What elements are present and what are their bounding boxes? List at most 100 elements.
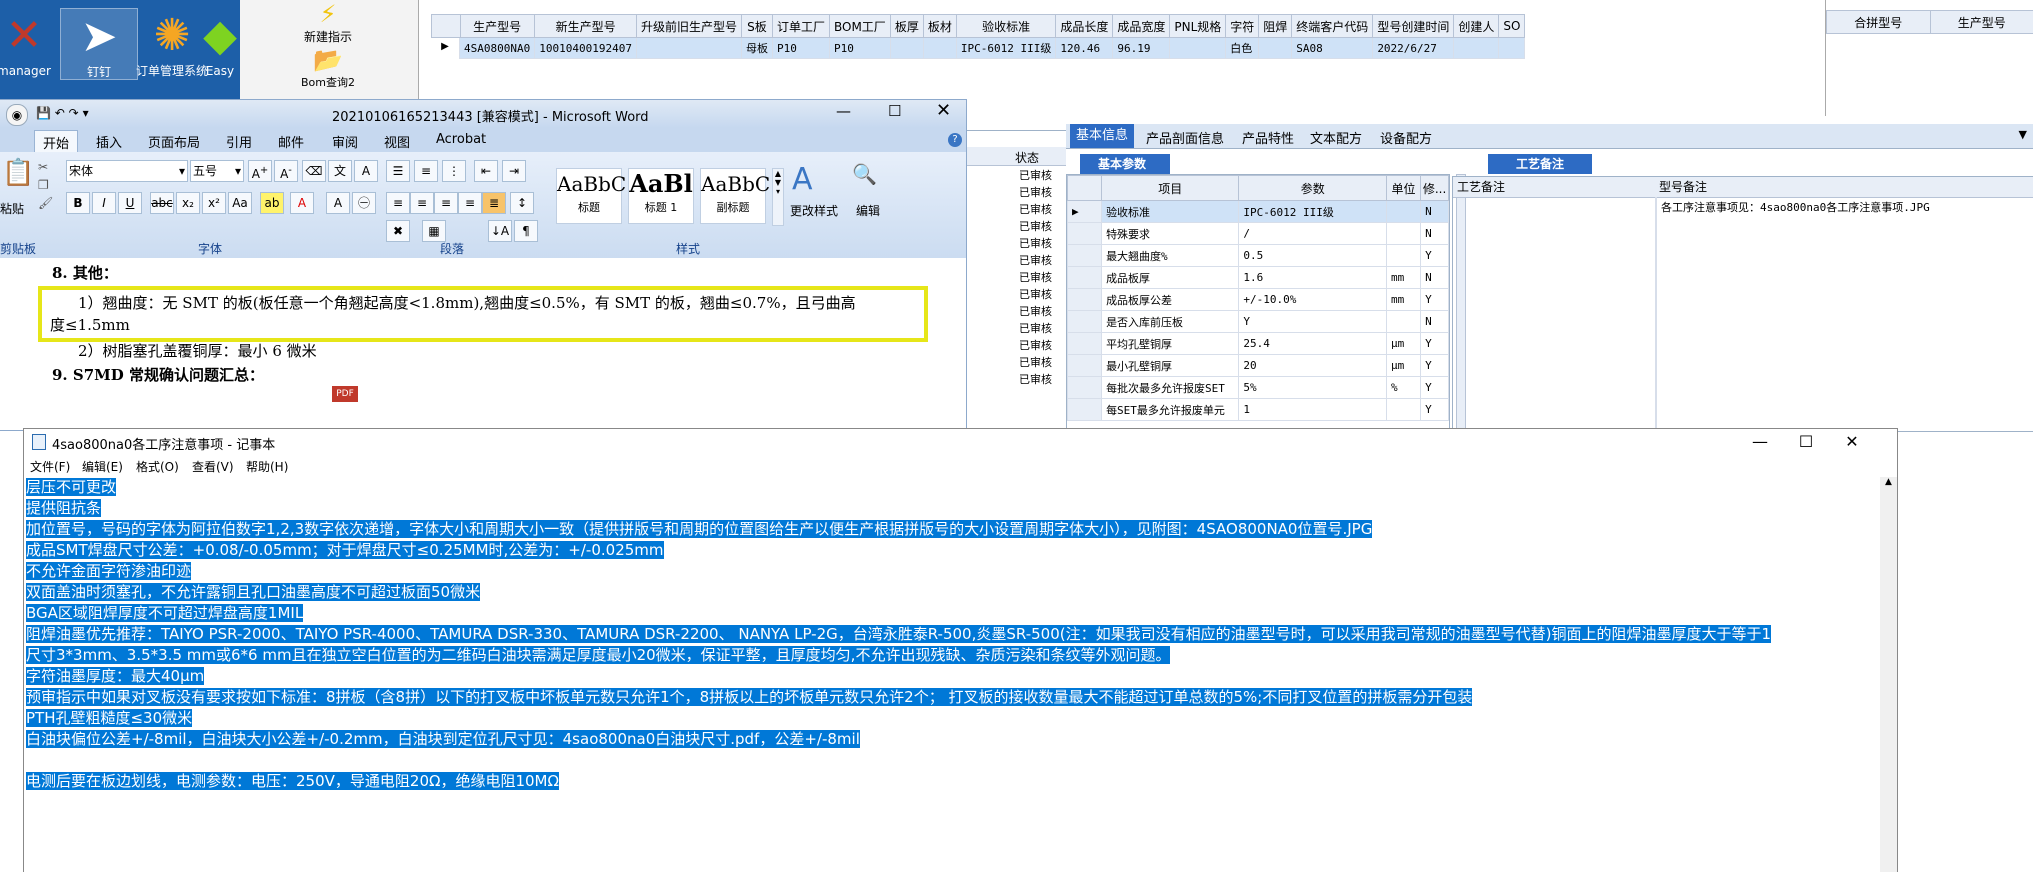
bold-icon[interactable]: B bbox=[66, 192, 90, 214]
notepad-close-icon[interactable]: ✕ bbox=[1829, 429, 1875, 455]
underline-icon[interactable]: U bbox=[118, 192, 142, 214]
status-cell[interactable]: 已审核 bbox=[1019, 337, 1067, 354]
office-button-icon[interactable]: ◉ bbox=[6, 104, 28, 126]
grid-column-header[interactable]: 阻焊 bbox=[1258, 14, 1293, 38]
editing-label[interactable]: 编辑 bbox=[856, 202, 880, 219]
param-flag[interactable]: Y bbox=[1420, 244, 1449, 267]
param-unit[interactable]: mm bbox=[1386, 266, 1422, 289]
superscript-icon[interactable]: x² bbox=[202, 192, 226, 214]
notepad-maximize-icon[interactable]: ☐ bbox=[1783, 429, 1829, 455]
font-name-select[interactable]: 宋体 ▾ bbox=[66, 160, 188, 182]
help-icon[interactable]: ? bbox=[948, 133, 962, 147]
tab-mailings[interactable]: 邮件 bbox=[278, 132, 304, 151]
grid-column-header[interactable]: 创建人 bbox=[1453, 14, 1500, 38]
status-cell[interactable]: 已审核 bbox=[1019, 354, 1067, 371]
status-cell[interactable]: 已审核 bbox=[1019, 201, 1067, 218]
tab-basic-params[interactable]: 基本参数 bbox=[1080, 154, 1171, 174]
grid-column-header[interactable]: BOM工厂 bbox=[828, 14, 891, 38]
col-value[interactable]: 参数 bbox=[1238, 175, 1388, 201]
status-cell[interactable]: 已审核 bbox=[1019, 252, 1067, 269]
production-model-header[interactable]: 生产型号 bbox=[1929, 10, 2033, 34]
status-cell[interactable]: 已审核 bbox=[1019, 167, 1067, 184]
param-row[interactable]: 成品板厚 1.6 mm N bbox=[1067, 266, 1449, 289]
shrink-font-icon[interactable]: A- bbox=[274, 160, 298, 182]
param-item[interactable]: 平均孔壁铜厚 bbox=[1101, 332, 1240, 355]
cut-icon[interactable]: ✂ bbox=[38, 158, 53, 176]
show-marks-icon[interactable]: ¶ bbox=[514, 220, 538, 242]
grid-column-header[interactable]: 新生产型号 bbox=[534, 14, 637, 38]
tab-page-layout[interactable]: 页面布局 bbox=[148, 132, 200, 151]
grid-column-header[interactable]: 升级前旧生产型号 bbox=[635, 14, 742, 38]
param-row[interactable]: 每SET最多允许报废单元 1 Y bbox=[1067, 398, 1449, 421]
param-value[interactable]: 5% bbox=[1238, 376, 1388, 399]
grid-cell[interactable] bbox=[1498, 37, 1526, 59]
status-cell[interactable]: 已审核 bbox=[1019, 218, 1067, 235]
clear-format-icon[interactable]: ⌫ bbox=[302, 160, 326, 182]
menu-file[interactable]: 文件(F) bbox=[30, 458, 70, 475]
redo-icon[interactable]: ↷ bbox=[69, 106, 79, 120]
desktop-icon-manager[interactable]: ✕ manager bbox=[0, 8, 62, 78]
pdf-icon[interactable]: PDF bbox=[332, 386, 358, 402]
grid-cell[interactable] bbox=[1169, 37, 1227, 59]
paste-icon[interactable]: 📋 bbox=[2, 158, 34, 188]
highlight-icon[interactable]: ab bbox=[260, 192, 284, 214]
distribute-icon[interactable]: ≣ bbox=[482, 192, 506, 214]
model-notes-header[interactable]: 型号备注 bbox=[1655, 177, 2033, 198]
param-item[interactable]: 最小孔壁铜厚 bbox=[1101, 354, 1240, 377]
menu-view[interactable]: 查看(V) bbox=[192, 458, 234, 475]
panel-dropdown-icon[interactable]: ▼ bbox=[2019, 128, 2027, 141]
tab-insert[interactable]: 插入 bbox=[96, 132, 122, 151]
tab-references[interactable]: 引用 bbox=[226, 132, 252, 151]
tab-process-notes[interactable]: 工艺备注 bbox=[1488, 154, 1593, 174]
grid-cell[interactable]: 2022/6/27 bbox=[1372, 37, 1455, 59]
status-cell[interactable]: 已审核 bbox=[1019, 371, 1067, 388]
param-flag[interactable]: N bbox=[1420, 266, 1449, 289]
save-icon[interactable]: 💾 bbox=[36, 106, 51, 120]
grid-cell[interactable]: 4SA0800NA0 bbox=[458, 37, 536, 59]
param-value[interactable]: 25.4 bbox=[1238, 332, 1388, 355]
status-cell[interactable]: 已审核 bbox=[1019, 235, 1067, 252]
param-row[interactable]: 最小孔壁铜厚 20 μm Y bbox=[1067, 354, 1449, 377]
notepad-scrollbar[interactable]: ▲ bbox=[1880, 477, 1897, 872]
grid-column-header[interactable]: PNL规格 bbox=[1169, 14, 1227, 38]
param-value[interactable]: Y bbox=[1238, 310, 1388, 333]
menu-edit[interactable]: 编辑(E) bbox=[82, 458, 123, 475]
param-unit[interactable]: μm bbox=[1386, 332, 1422, 355]
grid-data-row[interactable]: 4SA0800NA0 10010400192407 母板 P10 P10 IPC-6012… bbox=[458, 37, 1526, 59]
col-unit[interactable]: 单位 bbox=[1386, 175, 1422, 201]
subscript-icon[interactable]: x₂ bbox=[176, 192, 200, 214]
grid-column-header[interactable]: 字符 bbox=[1225, 14, 1260, 38]
param-value[interactable]: +/-10.0% bbox=[1238, 288, 1388, 311]
tab-basic-info[interactable]: 基本信息 bbox=[1070, 124, 1135, 148]
style-subtitle[interactable]: AaBbC 副标题 bbox=[700, 168, 770, 224]
grid-cell[interactable]: 120.46 bbox=[1055, 37, 1114, 59]
copy-icon[interactable]: ❐ bbox=[38, 176, 53, 194]
align-center-icon[interactable]: ≡ bbox=[410, 192, 434, 214]
param-unit[interactable] bbox=[1386, 200, 1422, 223]
grid-cell[interactable]: P10 bbox=[771, 37, 830, 59]
param-flag[interactable]: Y bbox=[1420, 354, 1449, 377]
param-value[interactable]: 0.5 bbox=[1238, 244, 1388, 267]
param-flag[interactable]: N bbox=[1420, 310, 1449, 333]
align-left-icon[interactable]: ≡ bbox=[386, 192, 410, 214]
decrease-indent-icon[interactable]: ⇤ bbox=[474, 160, 498, 182]
grid-column-header[interactable]: SO bbox=[1498, 14, 1526, 38]
grid-column-header[interactable]: 终端客户代码 bbox=[1291, 14, 1374, 38]
grid-cell[interactable]: 母板 bbox=[740, 37, 773, 59]
merge-model-header[interactable]: 合拼型号 bbox=[1826, 10, 1931, 34]
param-flag[interactable]: N bbox=[1420, 200, 1449, 223]
sort-icon[interactable]: ↓A bbox=[488, 220, 512, 242]
param-item[interactable]: 成品板厚 bbox=[1101, 266, 1240, 289]
font-size-select[interactable]: 五号 ▾ bbox=[190, 160, 244, 182]
param-value[interactable]: 1.6 bbox=[1238, 266, 1388, 289]
numbering-icon[interactable]: ≡ bbox=[414, 160, 438, 182]
styles-scroll[interactable]: ▲ ▼ ▾ bbox=[772, 168, 784, 226]
scroll-up-icon[interactable]: ▲ bbox=[1880, 477, 1897, 487]
bom-query-button[interactable]: 📂 Bom查询2 bbox=[268, 46, 388, 90]
grid-cell[interactable]: 10010400192407 bbox=[534, 37, 637, 59]
grid-column-header[interactable]: 板材 bbox=[922, 14, 957, 38]
param-flag[interactable]: Y bbox=[1420, 332, 1449, 355]
desktop-icon-dingtalk[interactable]: ➤ 钉钉 bbox=[60, 8, 138, 80]
grid-column-header[interactable]: S板 bbox=[740, 14, 773, 38]
change-styles-icon[interactable]: A bbox=[792, 162, 813, 197]
